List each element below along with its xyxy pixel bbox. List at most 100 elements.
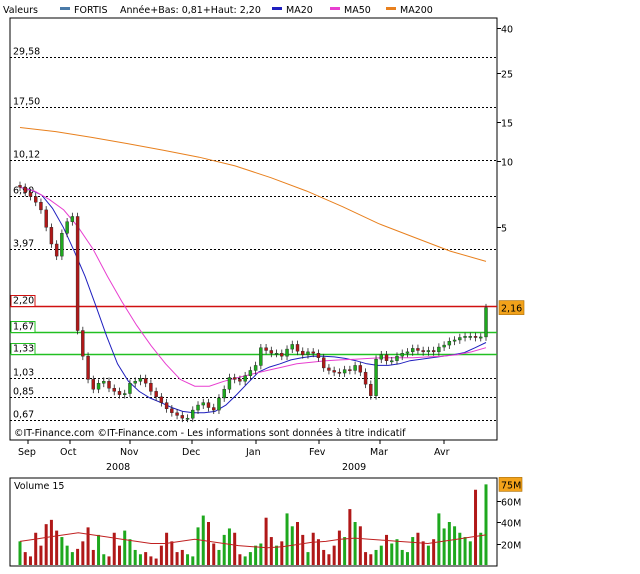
volume-bar bbox=[34, 532, 38, 565]
volume-bar bbox=[275, 545, 279, 565]
candle-body bbox=[70, 216, 75, 222]
candle-body bbox=[327, 367, 331, 371]
candle-body bbox=[196, 404, 200, 411]
candle-body bbox=[468, 336, 472, 338]
volume-bar bbox=[76, 548, 80, 565]
legend-item-ma200: MA200 bbox=[400, 5, 433, 16]
month-label: Mar bbox=[370, 447, 388, 458]
candle-body bbox=[452, 339, 457, 342]
volume-bar bbox=[400, 549, 404, 565]
candle-body bbox=[243, 375, 247, 382]
volume-bar bbox=[217, 549, 221, 565]
candle-body bbox=[232, 377, 237, 380]
candle-body bbox=[102, 381, 106, 384]
axis-tick-label: 40 bbox=[501, 25, 513, 36]
candle-body bbox=[379, 354, 383, 360]
volume-bar bbox=[39, 545, 43, 565]
volume-bar bbox=[379, 545, 383, 565]
volume-bar bbox=[159, 545, 163, 565]
volume-bar bbox=[332, 545, 336, 565]
volume-bar bbox=[191, 556, 195, 565]
candle-body bbox=[185, 417, 190, 420]
level-label: 0,85 bbox=[13, 387, 34, 398]
volume-bar bbox=[128, 539, 132, 565]
candle-body bbox=[138, 378, 143, 382]
candle-body bbox=[164, 402, 169, 410]
candle-body bbox=[332, 370, 336, 373]
volume-bar bbox=[369, 554, 373, 565]
month-label: Fev bbox=[309, 447, 326, 458]
volume-bar bbox=[453, 526, 457, 565]
level-label: 17,50 bbox=[13, 97, 40, 108]
volume-bar bbox=[343, 537, 347, 565]
volume-bar bbox=[442, 528, 446, 565]
volume-bar bbox=[102, 554, 106, 565]
candle-body bbox=[170, 408, 174, 413]
legend-item-ma50: MA50 bbox=[344, 5, 371, 16]
volume-axis-label: 20M bbox=[501, 541, 521, 552]
axis-tick-label: 15 bbox=[501, 119, 513, 130]
candle-body bbox=[112, 388, 116, 392]
candle-body bbox=[149, 383, 153, 392]
volume-axis-label: 40M bbox=[501, 519, 521, 530]
volume-bar bbox=[206, 522, 210, 565]
candle-body bbox=[133, 381, 137, 384]
volume-bar bbox=[405, 552, 409, 565]
candle-body bbox=[44, 209, 48, 228]
volume-badge-label: 75M bbox=[501, 480, 521, 491]
level-label: 1,33 bbox=[13, 344, 34, 355]
volume-bar bbox=[23, 552, 27, 565]
volume-bar bbox=[416, 532, 420, 565]
year-label: 2008 bbox=[106, 462, 130, 473]
legend-label: Valeurs bbox=[3, 5, 38, 16]
candle-body bbox=[248, 370, 253, 376]
volume-bar bbox=[107, 556, 111, 565]
candle-body bbox=[321, 357, 326, 369]
volume-bar bbox=[348, 509, 352, 565]
candle-body bbox=[421, 350, 425, 353]
volume-bar bbox=[238, 554, 242, 565]
volume-bar bbox=[212, 543, 216, 565]
volume-bar bbox=[123, 530, 127, 565]
volume-bar bbox=[479, 532, 483, 565]
volume-bar bbox=[280, 541, 284, 565]
candle-body bbox=[175, 412, 179, 416]
volume-bar bbox=[264, 517, 268, 565]
candle-body bbox=[285, 348, 289, 357]
level-label: 10,12 bbox=[13, 150, 40, 161]
candlesticks bbox=[18, 181, 488, 423]
volume-bar bbox=[358, 526, 362, 565]
volume-bar bbox=[337, 530, 341, 565]
year-label: 2009 bbox=[342, 462, 366, 473]
level-label: 29,58 bbox=[13, 47, 40, 58]
candle-body bbox=[342, 369, 347, 374]
candle-body bbox=[34, 196, 38, 203]
volume-bar bbox=[196, 527, 200, 565]
moving-averages bbox=[19, 127, 487, 414]
volume-bar bbox=[86, 527, 90, 565]
candle-body bbox=[206, 402, 211, 408]
volume-bar bbox=[222, 534, 226, 565]
candle-body bbox=[96, 383, 101, 390]
level-label: 0,67 bbox=[13, 410, 34, 421]
ma-line-ma200 bbox=[19, 127, 487, 262]
level-label: 3,97 bbox=[13, 239, 34, 250]
ma-line-ma50 bbox=[19, 186, 487, 387]
volume-bar bbox=[227, 528, 231, 565]
volume-bar bbox=[311, 532, 315, 565]
candle-body bbox=[301, 350, 305, 355]
volume-bar bbox=[296, 522, 300, 565]
volume-bar bbox=[458, 532, 462, 565]
candle-body bbox=[18, 185, 22, 188]
volume-bar bbox=[426, 545, 430, 565]
candle-body bbox=[458, 337, 462, 341]
candle-body bbox=[123, 393, 127, 395]
candle-body bbox=[222, 389, 226, 399]
volume-bar bbox=[421, 541, 425, 565]
volume-bar bbox=[437, 513, 441, 565]
candle-body bbox=[154, 391, 158, 398]
volume-bar bbox=[18, 541, 22, 565]
candle-body bbox=[191, 409, 195, 419]
volume-bar bbox=[411, 537, 415, 565]
candle-body bbox=[431, 350, 436, 353]
